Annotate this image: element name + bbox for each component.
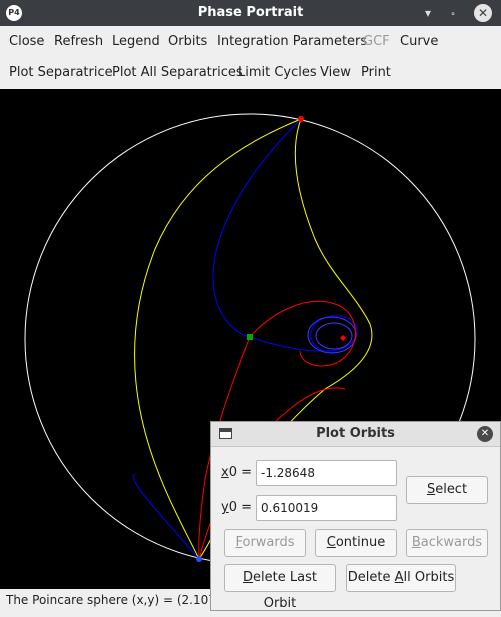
separatrix-unstable-upper xyxy=(249,300,356,367)
delete-all-orbits-button[interactable]: Delete All Orbits xyxy=(346,564,456,592)
minimize-button[interactable]: ▾ xyxy=(418,3,438,23)
maximize-button[interactable]: ⬞ xyxy=(443,3,463,23)
x0-label: x0 = xyxy=(221,465,252,480)
x0-input[interactable]: -1.28648 xyxy=(256,460,397,486)
menu-integration-parameters[interactable]: Integration Parameters xyxy=(217,27,367,57)
window-titlebar: P4 Phase Portrait ▾ ⬞ ✕ xyxy=(0,0,501,26)
menu-plot-all-separatrices[interactable]: Plot All Separatrices xyxy=(112,58,243,88)
limit-cycle-outer xyxy=(307,316,357,354)
dialog-close-icon[interactable]: ✕ xyxy=(477,426,493,442)
menu-plot-separatrice[interactable]: Plot Separatrice xyxy=(9,58,113,88)
menu-view[interactable]: View xyxy=(320,58,351,88)
menu-legend[interactable]: Legend xyxy=(112,27,160,57)
continue-button[interactable]: Continue xyxy=(315,529,397,557)
menu-close[interactable]: Close xyxy=(9,27,44,57)
select-button[interactable]: Select xyxy=(406,476,488,504)
limit-cycle-inner xyxy=(315,322,353,350)
singular-point-focus xyxy=(340,335,346,341)
dialog-titlebar: Plot Orbits ✕ xyxy=(211,422,500,447)
menu-print[interactable]: Print xyxy=(361,58,391,88)
y0-label: y0 = xyxy=(221,500,252,515)
status-text: The Poincare sphere (x,y) = (2.10704 xyxy=(6,593,232,607)
window-close-button[interactable]: ✕ xyxy=(474,4,492,22)
menu-refresh[interactable]: Refresh xyxy=(54,27,103,57)
menu-orbits[interactable]: Orbits xyxy=(168,27,207,57)
dialog-title: Plot Orbits xyxy=(316,426,395,441)
menubar-primary: Close Refresh Legend Orbits Integration … xyxy=(0,27,501,57)
singular-point-bottom xyxy=(196,556,202,562)
singular-point-saddle xyxy=(247,334,253,340)
separatrix-stable-lower xyxy=(132,473,200,560)
y0-input[interactable]: 0.610019 xyxy=(256,495,397,521)
singular-point-top xyxy=(298,116,304,122)
menubar-secondary: Plot Separatrice Plot All Separatrices L… xyxy=(0,58,501,88)
menu-gcf[interactable]: GCF xyxy=(363,27,390,57)
menu-limit-cycles[interactable]: Limit Cycles xyxy=(238,58,317,88)
forwards-button[interactable]: Forwards xyxy=(224,529,306,557)
plot-orbits-dialog: Plot Orbits ✕ x0 = -1.28648 y0 = 0.61001… xyxy=(210,421,501,611)
backwards-button[interactable]: Backwards xyxy=(406,529,488,557)
menu-curve[interactable]: Curve xyxy=(400,27,438,57)
delete-last-orbit-button[interactable]: Delete Last Orbit xyxy=(224,564,336,611)
